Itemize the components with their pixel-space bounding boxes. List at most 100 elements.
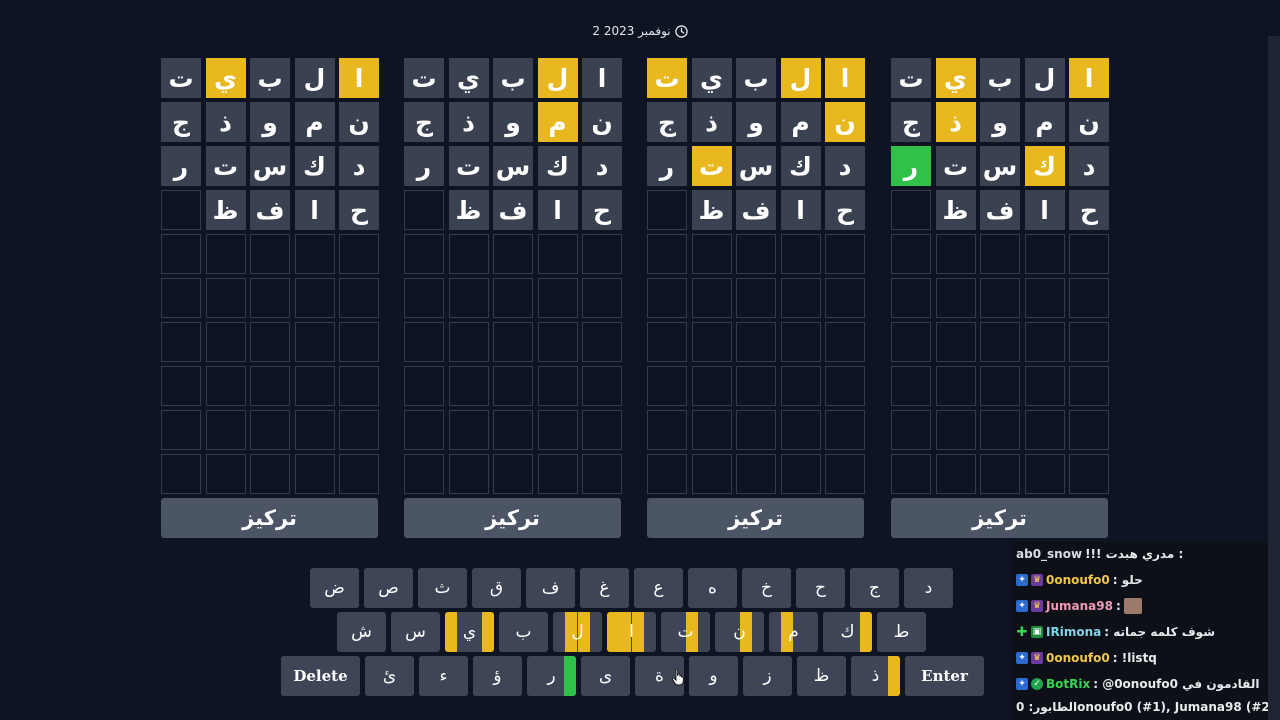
tile: [736, 410, 776, 450]
tile: [1069, 278, 1109, 318]
letter-key[interactable]: ئ: [365, 656, 414, 696]
chat-username[interactable]: IRimona: [1046, 625, 1101, 639]
green-badge-icon: ✚: [1016, 624, 1028, 640]
tile: [404, 410, 444, 450]
letter-key[interactable]: م: [769, 612, 818, 652]
letter-key[interactable]: ب: [499, 612, 548, 652]
chat-username[interactable]: ab0_snow: [1016, 547, 1082, 561]
letter-key[interactable]: ح: [796, 568, 845, 608]
tile: [780, 278, 821, 318]
letter-key[interactable]: خ: [742, 568, 791, 608]
enter-key[interactable]: Enter: [905, 656, 984, 696]
key-label: ح: [815, 578, 826, 598]
letter-key[interactable]: ؤ: [473, 656, 522, 696]
chat-username[interactable]: 0onoufo0: [1046, 573, 1110, 587]
letter-key[interactable]: غ: [580, 568, 629, 608]
delete-key[interactable]: Delete: [281, 656, 360, 696]
date-text: 2 نوفمبر 2023: [592, 24, 671, 38]
letter-key[interactable]: ت: [661, 612, 710, 652]
focus-button[interactable]: تركيز: [404, 498, 621, 538]
key-label: ش: [351, 622, 372, 642]
tile: ا: [1024, 190, 1065, 230]
chat-username[interactable]: 0onoufo0: [1046, 651, 1110, 665]
tile: [935, 454, 976, 494]
tile: [647, 410, 687, 450]
letter-key[interactable]: د: [904, 568, 953, 608]
letter-key[interactable]: ج: [850, 568, 899, 608]
letter-key[interactable]: و: [689, 656, 738, 696]
board-grid: تيبلاجذومنرتسكدظفاح: [161, 58, 379, 494]
tile: [891, 190, 931, 230]
tile: [825, 322, 865, 362]
tile: [891, 278, 931, 318]
tile: ف: [250, 190, 290, 230]
tile: [205, 410, 246, 450]
tile: [493, 410, 533, 450]
tile: ج: [891, 102, 931, 142]
tile: [294, 410, 335, 450]
letter-key[interactable]: ل: [553, 612, 602, 652]
tile: ت: [935, 146, 976, 186]
tile: و: [493, 102, 533, 142]
letter-key[interactable]: ه: [688, 568, 737, 608]
tile: [582, 454, 622, 494]
chat-username[interactable]: Jumana98: [1046, 599, 1113, 613]
tile: [448, 322, 489, 362]
tile: [691, 278, 732, 318]
tile: ت: [891, 58, 931, 98]
tile: [161, 322, 201, 362]
focus-button[interactable]: تركيز: [647, 498, 864, 538]
scrollbar[interactable]: [1268, 36, 1280, 720]
blue-badge-icon: ✦: [1016, 652, 1028, 664]
mod-badge-icon: ▣: [1031, 626, 1043, 638]
tile: ذ: [448, 102, 489, 142]
letter-key[interactable]: ن: [715, 612, 764, 652]
tile: ا: [825, 58, 865, 98]
tile: [493, 322, 533, 362]
letter-key[interactable]: ث: [418, 568, 467, 608]
tile: ح: [825, 190, 865, 230]
letter-key[interactable]: ى: [581, 656, 630, 696]
letter-key[interactable]: ش: [337, 612, 386, 652]
tile: [205, 234, 246, 274]
letter-key[interactable]: ذ: [851, 656, 900, 696]
key-label: ن: [733, 622, 746, 642]
letter-key[interactable]: ظ: [797, 656, 846, 696]
letter-key[interactable]: س: [391, 612, 440, 652]
letter-key[interactable]: ك: [823, 612, 872, 652]
tile: [980, 454, 1020, 494]
chat-username[interactable]: BotRix: [1046, 677, 1090, 691]
tile: [825, 410, 865, 450]
board-status-segment: [607, 612, 619, 652]
key-label: خ: [761, 578, 772, 598]
letter-key[interactable]: ع: [634, 568, 683, 608]
letter-key[interactable]: ض: [310, 568, 359, 608]
tile: [891, 366, 931, 406]
focus-button[interactable]: تركيز: [891, 498, 1108, 538]
key-label: م: [788, 622, 799, 642]
letter-key[interactable]: ف: [526, 568, 575, 608]
tile: ك: [780, 146, 821, 186]
key-label: Enter: [921, 667, 968, 685]
letter-key[interactable]: ص: [364, 568, 413, 608]
letter-key[interactable]: ا: [607, 612, 656, 652]
tile: [691, 366, 732, 406]
letter-key[interactable]: ر: [527, 656, 576, 696]
key-label: ر: [547, 666, 556, 686]
letter-key[interactable]: ء: [419, 656, 468, 696]
letter-key[interactable]: ط: [877, 612, 926, 652]
tile: [1024, 410, 1065, 450]
keyboard-row: شسيبلات ن م كط: [337, 612, 926, 652]
tile: [1024, 454, 1065, 494]
tile: ي: [205, 58, 246, 98]
tile: ن: [582, 102, 622, 142]
tile: ي: [935, 58, 976, 98]
letter-key[interactable]: ق: [472, 568, 521, 608]
letter-key[interactable]: ي: [445, 612, 494, 652]
focus-button[interactable]: تركيز: [161, 498, 378, 538]
tile: [404, 190, 444, 230]
key-label: و: [709, 666, 718, 686]
tile: م: [780, 102, 821, 142]
key-label: ض: [324, 578, 345, 598]
letter-key[interactable]: ز: [743, 656, 792, 696]
